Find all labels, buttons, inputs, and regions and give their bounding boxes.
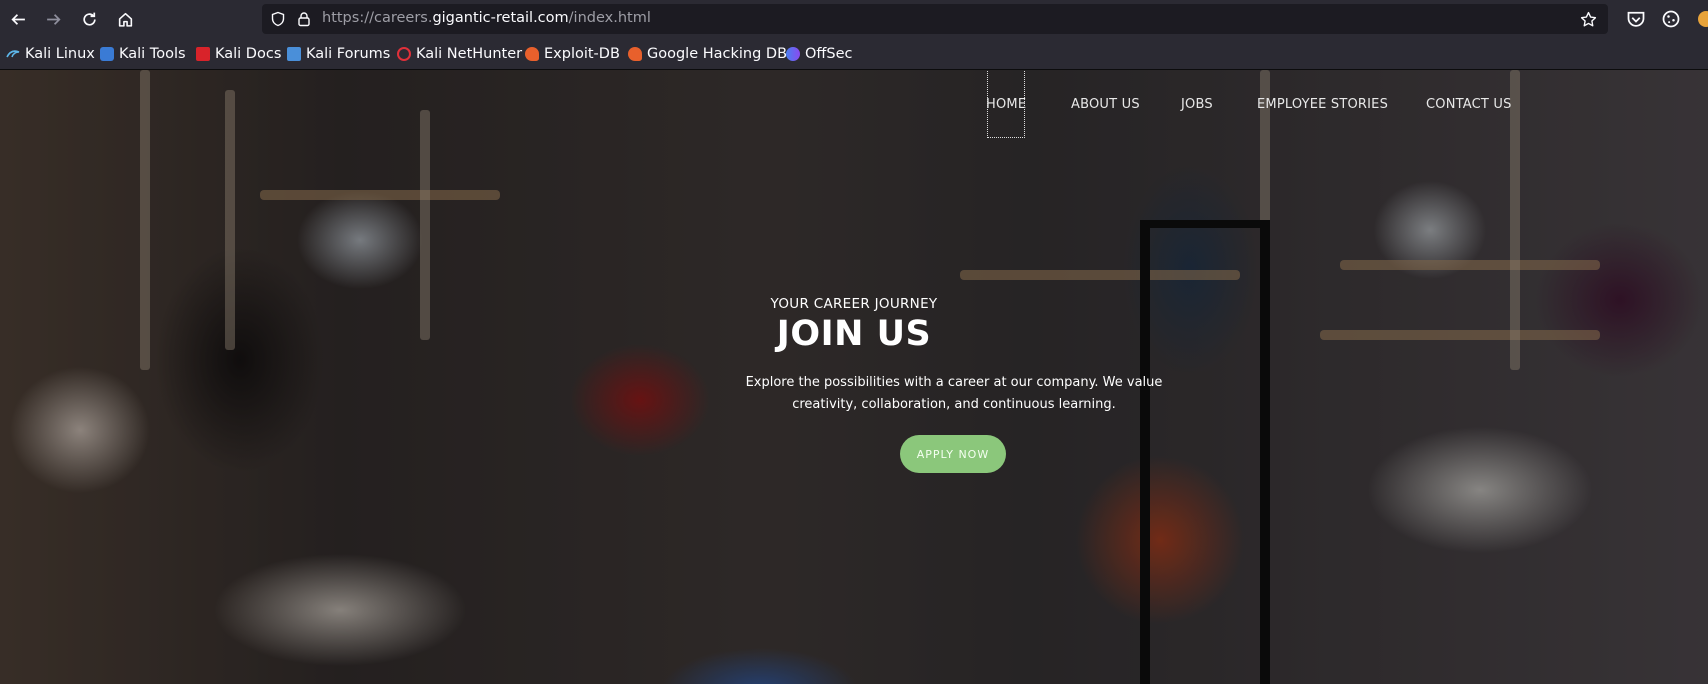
bookmark-exploit-db[interactable]: Exploit-DB <box>525 44 620 64</box>
bookmark-kali-forums[interactable]: Kali Forums <box>287 44 390 64</box>
main-nav: HOME ABOUT US JOBS EMPLOYEE STORIES CONT… <box>0 70 1708 140</box>
reload-icon <box>82 12 96 26</box>
bookmark-label: Kali NetHunter <box>416 46 523 62</box>
url-prefix: https://careers. <box>322 10 433 26</box>
bookmark-kali-docs[interactable]: Kali Docs <box>196 44 281 64</box>
home-icon <box>118 12 132 27</box>
bookmark-google-hacking-db[interactable]: Google Hacking DB <box>628 44 787 64</box>
bookmark-label: OffSec <box>805 46 853 62</box>
bookmark-label: Kali Linux <box>25 46 95 62</box>
bookmark-offsec[interactable]: OffSec <box>786 44 853 64</box>
bookmark-label: Kali Docs <box>215 46 282 62</box>
forward-button[interactable] <box>39 5 67 33</box>
bookmark-label: Google Hacking DB <box>647 46 788 62</box>
back-button[interactable] <box>4 5 32 33</box>
nav-home[interactable]: HOME <box>986 97 1026 112</box>
kali-tools-icon <box>100 47 114 61</box>
nav-jobs[interactable]: JOBS <box>1181 97 1213 112</box>
reload-button[interactable] <box>75 5 103 33</box>
url-domain: gigantic-retail.com <box>432 10 569 26</box>
hero-eyebrow: YOUR CAREER JOURNEY <box>770 296 938 312</box>
offsec-icon <box>786 47 800 61</box>
ghdb-icon <box>628 47 642 61</box>
bookmark-label: Kali Tools <box>119 46 186 62</box>
star-icon[interactable] <box>1580 11 1597 28</box>
extension-icon[interactable] <box>1698 11 1708 27</box>
kali-dragon-icon <box>6 47 20 61</box>
bookmark-label: Exploit-DB <box>544 46 620 62</box>
bookmark-label: Kali Forums <box>306 46 391 62</box>
hero-headline: JOIN US <box>776 314 932 354</box>
nav-contact-us[interactable]: CONTACT US <box>1426 97 1512 112</box>
bookmark-kali-linux[interactable]: Kali Linux <box>6 44 95 64</box>
kali-docs-icon <box>196 47 210 61</box>
browser-toolbar: https://careers.gigantic-retail.com/inde… <box>0 0 1708 38</box>
home-button[interactable] <box>111 5 139 33</box>
apply-now-button[interactable]: APPLY NOW <box>900 435 1006 473</box>
nav-employee-stories[interactable]: EMPLOYEE STORIES <box>1257 97 1388 112</box>
cookie-icon[interactable] <box>1661 9 1681 29</box>
arrow-right-icon <box>46 13 61 25</box>
url-bar[interactable]: https://careers.gigantic-retail.com/inde… <box>262 4 1608 34</box>
bookmarks-bar: Kali Linux Kali Tools Kali Docs Kali For… <box>0 38 1708 70</box>
hero-lead: Explore the possibilities with a career … <box>745 375 1163 412</box>
url-text[interactable]: https://careers.gigantic-retail.com/inde… <box>322 10 651 26</box>
nav-about-us[interactable]: ABOUT US <box>1071 97 1140 112</box>
bookmark-kali-tools[interactable]: Kali Tools <box>100 44 186 64</box>
url-path: /index.html <box>568 10 651 26</box>
careers-page: HOME ABOUT US JOBS EMPLOYEE STORIES CONT… <box>0 70 1708 684</box>
kali-forums-icon <box>287 47 301 61</box>
exploit-db-icon <box>525 47 539 61</box>
pocket-icon[interactable] <box>1626 9 1646 29</box>
lock-icon[interactable] <box>296 11 312 27</box>
arrow-left-icon <box>10 13 25 25</box>
bookmark-kali-nethunter[interactable]: Kali NetHunter <box>397 44 522 64</box>
nethunter-icon <box>397 47 411 61</box>
shield-icon[interactable] <box>270 11 286 27</box>
